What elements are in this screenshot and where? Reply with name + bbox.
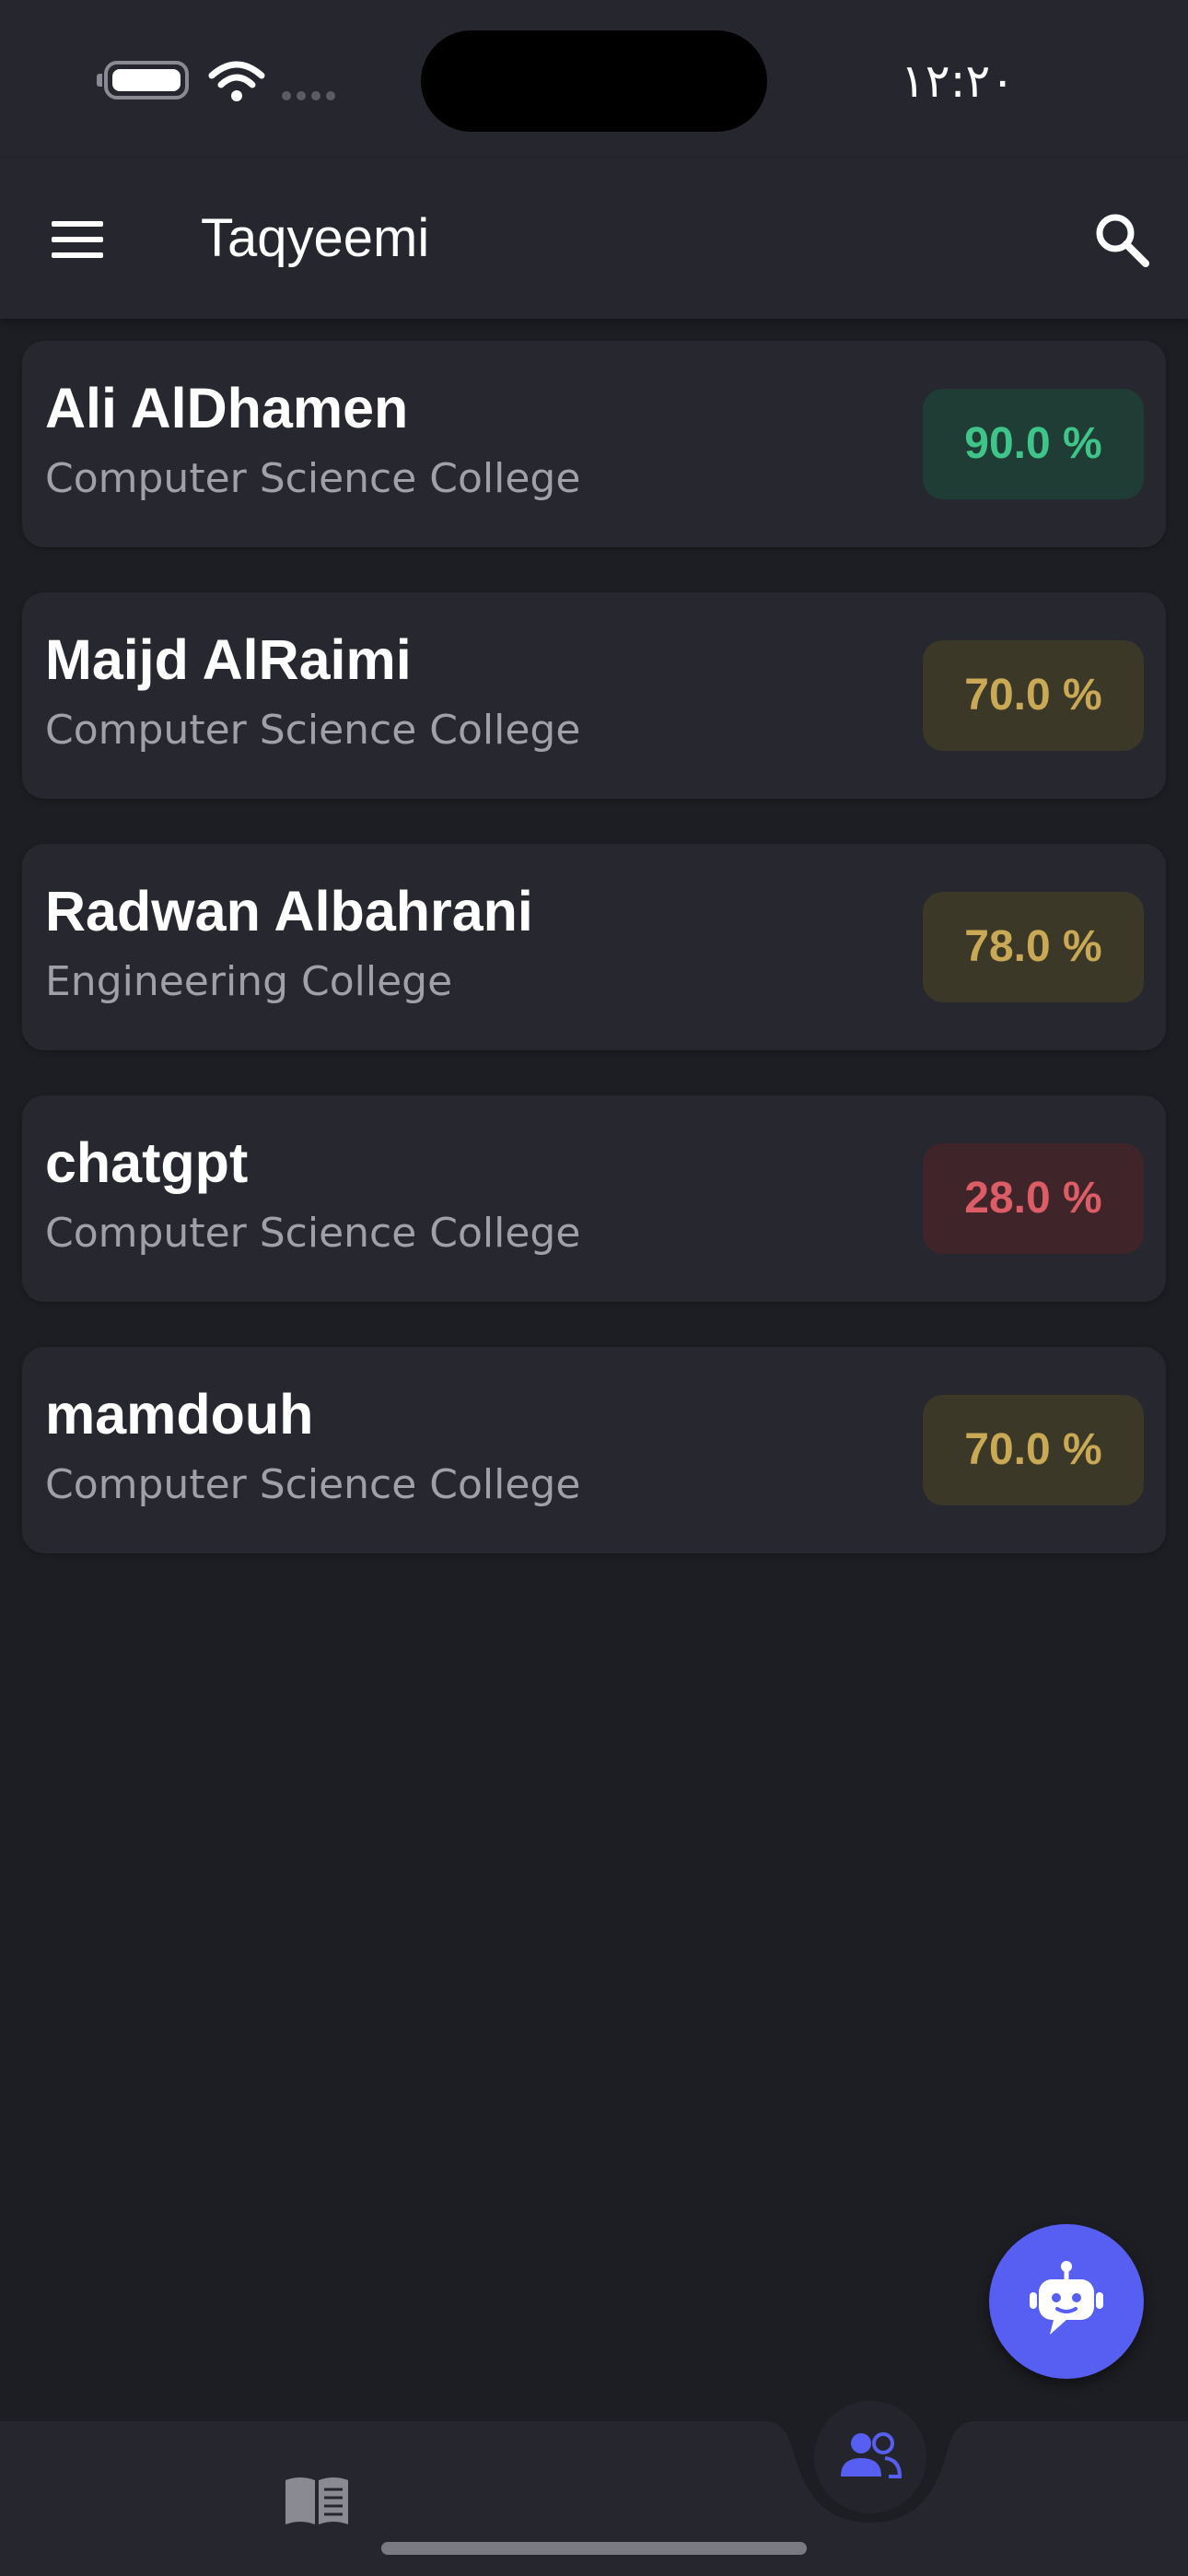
chatbot-button[interactable]: [989, 2224, 1144, 2379]
student-college: Computer Science College: [45, 455, 581, 502]
list-item[interactable]: chatgpt Computer Science College 28.0 %: [22, 1095, 1166, 1302]
app-bar: Taqyeemi: [0, 158, 1188, 319]
list-item[interactable]: mamdouh Computer Science College 70.0 %: [22, 1347, 1166, 1553]
dynamic-island: [421, 30, 767, 132]
list-item[interactable]: Radwan Albahrani Engineering College 78.…: [22, 844, 1166, 1050]
score-badge: 70.0 %: [923, 1395, 1144, 1505]
student-name: chatgpt: [45, 1131, 249, 1194]
battery-icon: [97, 61, 189, 100]
search-icon[interactable]: [1092, 210, 1151, 269]
list-item[interactable]: Maijd AlRaimi Computer Science College 7…: [22, 592, 1166, 799]
student-name: Radwan Albahrani: [45, 880, 533, 943]
robot-icon: [1030, 2261, 1103, 2335]
menu-icon[interactable]: [52, 221, 103, 258]
student-list: Ali AlDhamen Computer Science College 90…: [22, 341, 1166, 1598]
signal-icon: [282, 87, 348, 100]
student-college: Computer Science College: [45, 707, 581, 754]
score-badge: 90.0 %: [923, 389, 1144, 499]
score-badge: 78.0 %: [923, 892, 1144, 1002]
page-title: Taqyeemi: [201, 208, 430, 268]
score-badge: 70.0 %: [923, 640, 1144, 751]
student-name: mamdouh: [45, 1383, 314, 1446]
student-college: Computer Science College: [45, 1461, 581, 1508]
wifi-icon: [208, 61, 265, 101]
nav-people-button[interactable]: [814, 2401, 926, 2513]
home-indicator: [381, 2542, 807, 2555]
student-college: Engineering College: [45, 958, 453, 1005]
list-item[interactable]: Ali AlDhamen Computer Science College 90…: [22, 341, 1166, 547]
student-name: Ali AlDhamen: [45, 377, 409, 439]
student-college: Computer Science College: [45, 1210, 581, 1257]
people-icon: [841, 2432, 902, 2478]
status-bar: ١٢:٢٠: [0, 0, 1188, 158]
book-icon[interactable]: [282, 2473, 352, 2528]
status-time: ١٢:٢٠: [900, 54, 1016, 108]
student-name: Maijd AlRaimi: [45, 628, 412, 691]
score-badge: 28.0 %: [923, 1143, 1144, 1254]
